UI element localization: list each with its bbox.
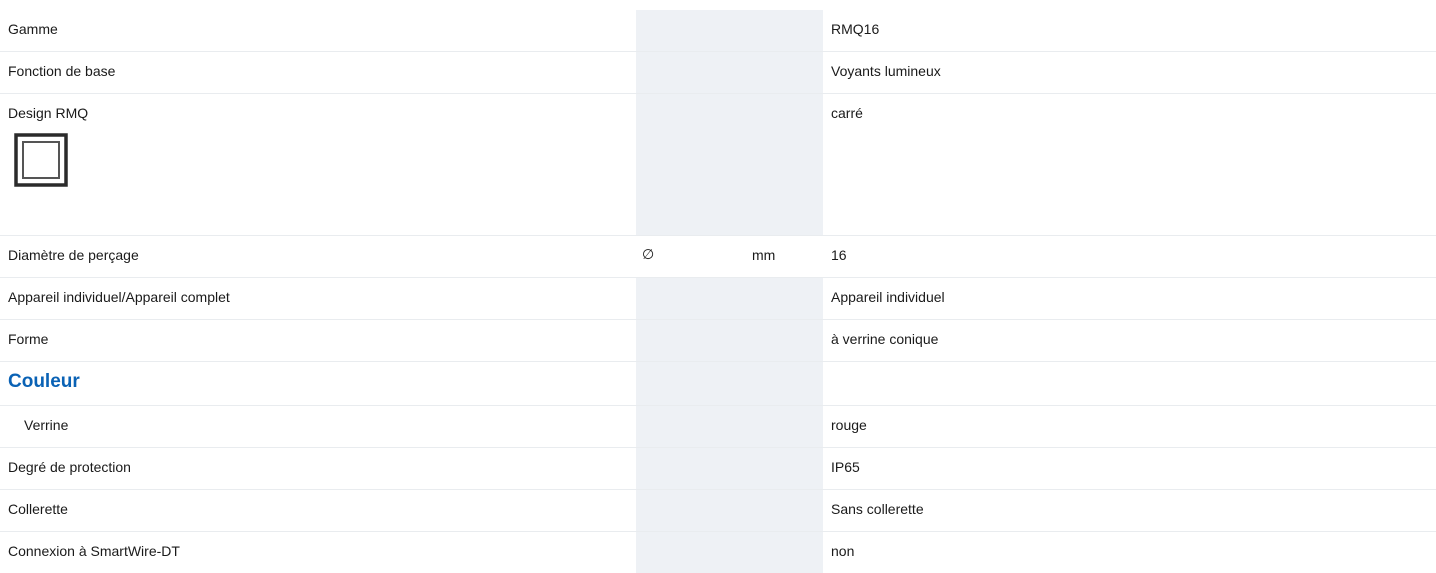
spec-row-forme: Forme à verrine conique (0, 320, 1436, 362)
spec-label: Design RMQ (8, 94, 636, 121)
spec-label: Collerette (8, 490, 636, 517)
spec-label: Connexion à SmartWire-DT (8, 532, 636, 559)
symbol-cell (636, 448, 748, 490)
unit-cell (748, 52, 823, 94)
unit-cell (748, 532, 823, 573)
spec-label: Gamme (8, 10, 636, 37)
symbol-cell (636, 362, 748, 406)
spec-value: IP65 (831, 448, 1436, 475)
spec-value: non (831, 532, 1436, 559)
diameter-symbol: ∅ (636, 236, 748, 263)
spec-label: Fonction de base (8, 52, 636, 79)
spec-row-verrine: Verrine rouge (0, 406, 1436, 448)
square-design-icon (14, 133, 68, 187)
spec-row-smartwire: Connexion à SmartWire-DT non (0, 532, 1436, 573)
spec-value: Sans collerette (831, 490, 1436, 517)
spec-row-design: Design RMQ carré (0, 94, 1436, 236)
unit-cell (748, 320, 823, 362)
spec-row-appareil: Appareil individuel/Appareil complet App… (0, 278, 1436, 320)
specification-table: Gamme RMQ16 Fonction de base Voyants lum… (0, 10, 1436, 573)
unit-cell (748, 448, 823, 490)
spec-value: 16 (831, 236, 1436, 263)
spec-value: carré (831, 94, 1436, 121)
section-row-couleur: Couleur (0, 362, 1436, 406)
unit-cell (748, 490, 823, 532)
symbol-cell (636, 490, 748, 532)
unit-cell (748, 406, 823, 448)
spec-row-collerette: Collerette Sans collerette (0, 490, 1436, 532)
spec-value: Appareil individuel (831, 278, 1436, 305)
section-title: Couleur (8, 362, 636, 393)
spec-label: Verrine (24, 406, 636, 433)
unit-label: mm (748, 236, 823, 263)
unit-cell (748, 362, 823, 406)
unit-cell (748, 94, 823, 236)
symbol-cell (636, 10, 748, 52)
unit-cell (748, 10, 823, 52)
spec-value: Voyants lumineux (831, 52, 1436, 79)
spec-label: Forme (8, 320, 636, 347)
spec-label: Diamètre de perçage (8, 236, 636, 263)
symbol-cell (636, 94, 748, 236)
spec-row-protection: Degré de protection IP65 (0, 448, 1436, 490)
unit-cell (748, 278, 823, 320)
value-cell (823, 362, 1436, 406)
spec-value: rouge (831, 406, 1436, 433)
symbol-cell (636, 278, 748, 320)
symbol-cell (636, 532, 748, 573)
symbol-cell (636, 406, 748, 448)
spec-label: Degré de protection (8, 448, 636, 475)
spec-row-fonction: Fonction de base Voyants lumineux (0, 52, 1436, 94)
spec-row-diametre: Diamètre de perçage ∅ mm 16 (0, 236, 1436, 278)
spec-value: à verrine conique (831, 320, 1436, 347)
symbol-cell (636, 52, 748, 94)
spec-row-gamme: Gamme RMQ16 (0, 10, 1436, 52)
spec-value: RMQ16 (831, 10, 1436, 37)
symbol-cell (636, 320, 748, 362)
spec-label: Appareil individuel/Appareil complet (8, 278, 636, 305)
